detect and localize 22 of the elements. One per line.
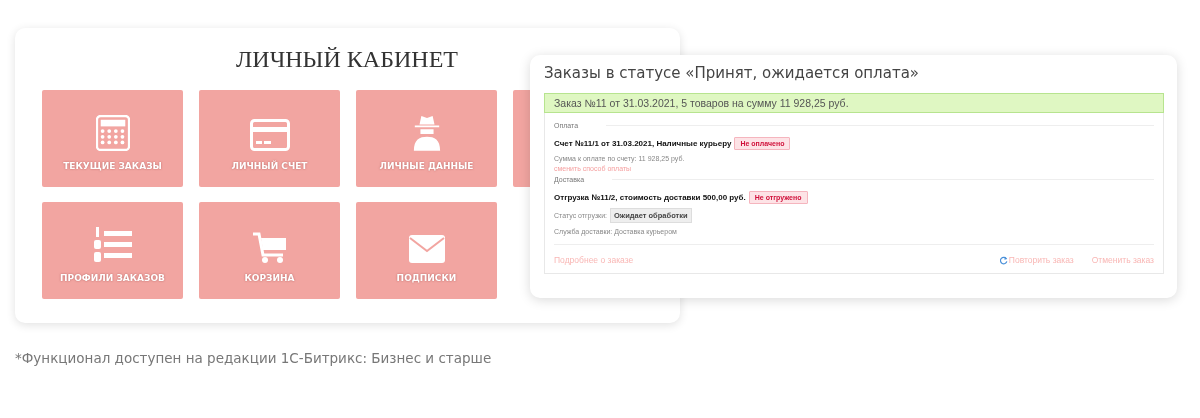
panel-title: Заказы в статусе «Принят, ожидается оплата» <box>544 64 920 82</box>
menu-tile[interactable]: КОРЗИНА <box>199 202 340 299</box>
menu-tile[interactable]: ЛИЧНЫЕ ДАННЫЕ <box>356 90 497 187</box>
menu-tile[interactable]: ЛИЧНЫЙ СЧЕТ <box>199 90 340 187</box>
calculator-icon <box>95 115 130 151</box>
shipment-heading: Отгрузка №11/2, стоимость доставки 500,00 руб. <box>554 193 746 202</box>
spy-icon <box>411 113 442 151</box>
envelope-icon <box>408 235 445 263</box>
order-header: Заказ №11 от 31.03.2021, 5 товаров на сумму 11 928,25 руб. <box>544 93 1164 113</box>
menu-tile[interactable]: ПРОФИЛИ ЗАКАЗОВ <box>42 202 183 299</box>
numbered-list-icon <box>92 227 133 263</box>
menu-tile[interactable]: ТЕКУЩИЕ ЗАКАЗЫ <box>42 90 183 187</box>
menu-tile[interactable]: ПОДПИСКИ <box>356 202 497 299</box>
footnote: *Функционал доступен на редакции 1С-Битрикс: Бизнес и старше <box>15 350 493 366</box>
cancel-order-link[interactable]: Отменить заказ <box>1091 255 1154 265</box>
repeat-order-link[interactable]: Повторить заказ <box>1008 255 1074 265</box>
invoice-heading: Счет №11/1 от 31.03.2021, Наличные курьеру <box>554 139 732 148</box>
order-details-link[interactable]: Подробнее о заказе <box>554 255 634 265</box>
credit-card-icon <box>249 119 290 151</box>
cabinet-title: ЛИЧНЫЙ КАБИНЕТ <box>236 46 458 73</box>
refresh-icon <box>999 255 1008 265</box>
cart-icon <box>251 231 288 263</box>
